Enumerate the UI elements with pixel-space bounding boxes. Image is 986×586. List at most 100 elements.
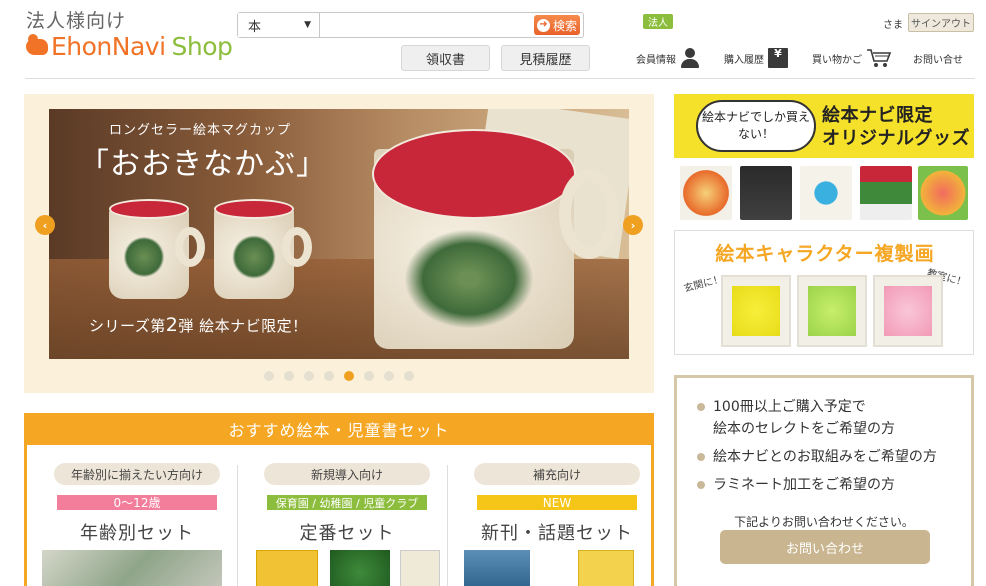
hero-slider: ロングセラー絵本マグカップ 「おおきなかぶ」 シリーズ第2弾 絵本ナビ限定！ ‹… <box>24 94 654 393</box>
book-cover-image <box>578 550 634 586</box>
set-tag: NEW <box>477 495 637 510</box>
slider-dot[interactable] <box>324 371 334 381</box>
book-cover-image <box>400 550 440 586</box>
art-frame-image <box>873 275 943 347</box>
slide-sub-prefix: シリーズ第 <box>89 317 166 335</box>
person-icon <box>680 48 700 68</box>
goods-image <box>800 166 852 220</box>
art-frame-image <box>797 275 867 347</box>
quote-history-button[interactable]: 見積履歴 <box>501 45 590 71</box>
nav-member-info[interactable]: 会員情報 <box>636 46 700 70</box>
set-tag: 保育園 / 幼稚園 / 児童クラブ <box>267 495 427 510</box>
corporate-badge: 法人 <box>643 14 673 29</box>
arrow-right-icon: ➜ <box>536 18 550 32</box>
nav-purchase-history[interactable]: 購入履歴 ¥ <box>724 46 788 70</box>
large-mug-image <box>372 129 576 349</box>
logo-brand-word: EhonNavi <box>51 32 166 61</box>
bullet-dot-icon <box>697 453 705 461</box>
set-card-age[interactable]: 年齢別に揃えたい方向け 0～12歳 年齢別セット <box>42 463 232 586</box>
nav-contact[interactable]: お問い合せ <box>913 46 963 70</box>
slider-next-button[interactable]: › <box>623 215 643 235</box>
slide-kicker: ロングセラー絵本マグカップ <box>109 123 292 138</box>
slide-sub-number: 2 <box>165 314 179 336</box>
set-audience-pill: 新規導入向け <box>264 463 430 485</box>
slider-pagination <box>264 371 414 381</box>
set-name: 新刊・話題セット <box>481 523 633 544</box>
column-divider <box>237 465 238 586</box>
slider-dot[interactable] <box>344 371 354 381</box>
logo-tagline: 法人様向け <box>26 10 127 32</box>
bullet-dot-icon <box>697 481 705 489</box>
set-card-standard[interactable]: 新規導入向け 保育園 / 幼稚園 / 児童クラブ 定番セット <box>252 463 442 586</box>
nav-cart[interactable]: 買い物かご <box>812 46 892 70</box>
chevron-down-icon: ▼ <box>304 20 311 30</box>
set-image <box>42 550 222 586</box>
nav-history-label: 購入履歴 <box>724 54 764 66</box>
logo-shop-word: Shop <box>171 32 233 61</box>
mug-handle-1 <box>175 227 205 267</box>
search-input[interactable] <box>320 13 534 37</box>
slider-dot[interactable] <box>284 371 294 381</box>
set-audience-pill: 年齢別に揃えたい方向け <box>54 463 220 485</box>
search-category-select[interactable]: 本 ▼ <box>238 13 320 37</box>
nav-cart-label: 買い物かご <box>812 54 862 66</box>
bullet-item: ラミネート加工をご希望の方 <box>697 474 937 496</box>
search-category-value: 本 <box>248 19 262 35</box>
set-audience-pill: 補充向け <box>474 463 640 485</box>
set-tag: 0～12歳 <box>57 495 217 510</box>
signout-button[interactable]: サインアウト <box>908 13 974 32</box>
slider-dot[interactable] <box>264 371 274 381</box>
bullet-dot-icon <box>697 403 705 411</box>
character-art-banner[interactable]: 絵本キャラクター複製画 玄関に！ 教室に！ <box>674 230 974 355</box>
goods-banner-title-2: オリジナルグッズ <box>822 128 970 149</box>
cart-icon <box>867 49 892 67</box>
art-banner-title: 絵本キャラクター複製画 <box>715 243 935 265</box>
bullet-text: 絵本のセレクトをご希望の方 <box>713 421 895 437</box>
bullet-text: 100冊以上ご購入予定で <box>713 399 866 415</box>
original-goods-banner[interactable]: 絵本ナビでしか買えない！ 絵本ナビ限定 オリジナルグッズ <box>674 94 974 220</box>
bullet-text: 絵本ナビとのお取組みをご希望の方 <box>713 449 937 465</box>
user-honorific: さま <box>883 20 903 31</box>
book-cover-image <box>256 550 318 586</box>
goods-image <box>740 166 792 220</box>
column-divider <box>447 465 448 586</box>
contact-bullets: 100冊以上ご購入予定で 絵本のセレクトをご希望の方 絵本ナビとのお取組みをご希… <box>697 396 937 502</box>
mug-handle-large <box>559 169 619 259</box>
art-note-left: 玄関に！ <box>682 273 725 295</box>
mug-handle-2 <box>282 227 312 267</box>
goods-banner-title: 絵本ナビ限定 オリジナルグッズ <box>822 104 970 150</box>
receipt-yen-icon: ¥ <box>768 48 788 68</box>
slide-title: 「おおきなかぶ」 <box>79 147 327 182</box>
bullet-item: 絵本ナビとのお取組みをご希望の方 <box>697 446 937 468</box>
goods-image <box>860 166 912 220</box>
contact-button[interactable]: お問い合わせ <box>720 530 930 564</box>
bullet-item: 100冊以上ご購入予定で 絵本のセレクトをご希望の方 <box>697 396 937 440</box>
slide-subtitle: シリーズ第2弾 絵本ナビ限定！ <box>89 314 308 336</box>
contact-box: 100冊以上ご購入予定で 絵本のセレクトをご希望の方 絵本ナビとのお取組みをご希… <box>674 375 974 586</box>
set-name: 定番セット <box>299 523 395 544</box>
contact-note: 下記よりお問い合わせください。 <box>734 515 914 529</box>
sets-heading: おすすめ絵本・児童書セット <box>24 413 654 445</box>
slide-sub-suffix: 弾 絵本ナビ限定！ <box>178 317 308 335</box>
receipt-button[interactable]: 領収書 <box>401 45 490 71</box>
goods-banner-title-1: 絵本ナビ限定 <box>822 105 933 126</box>
slider-dot[interactable] <box>404 371 414 381</box>
slider-dot[interactable] <box>364 371 374 381</box>
search-bar: 本 ▼ ➜ 検索 <box>237 12 584 38</box>
book-cover-image <box>330 550 390 586</box>
goods-banner-header: 絵本ナビでしか買えない！ 絵本ナビ限定 オリジナルグッズ <box>674 94 974 158</box>
search-button-label: 検索 <box>552 18 577 33</box>
search-button[interactable]: ➜ 検索 <box>534 15 580 35</box>
bullet-text: ラミネート加工をご希望の方 <box>713 477 895 493</box>
header-divider <box>25 78 975 79</box>
slider-dot[interactable] <box>384 371 394 381</box>
site-logo[interactable]: 法人様向け EhonNavi Shop <box>26 10 233 61</box>
book-cover-image <box>464 550 530 586</box>
slider-dot[interactable] <box>304 371 314 381</box>
set-card-new[interactable]: 補充向け NEW 新刊・話題セット <box>462 463 652 586</box>
hero-slide[interactable]: ロングセラー絵本マグカップ 「おおきなかぶ」 シリーズ第2弾 絵本ナビ限定！ <box>49 109 629 359</box>
goods-banner-bubble: 絵本ナビでしか買えない！ <box>696 100 816 152</box>
slider-prev-button[interactable]: ‹ <box>35 215 55 235</box>
site-header: 法人様向け EhonNavi Shop 本 ▼ ➜ 検索 領収書 見積履歴 法人… <box>0 0 986 80</box>
nav-member-label: 会員情報 <box>636 54 676 66</box>
